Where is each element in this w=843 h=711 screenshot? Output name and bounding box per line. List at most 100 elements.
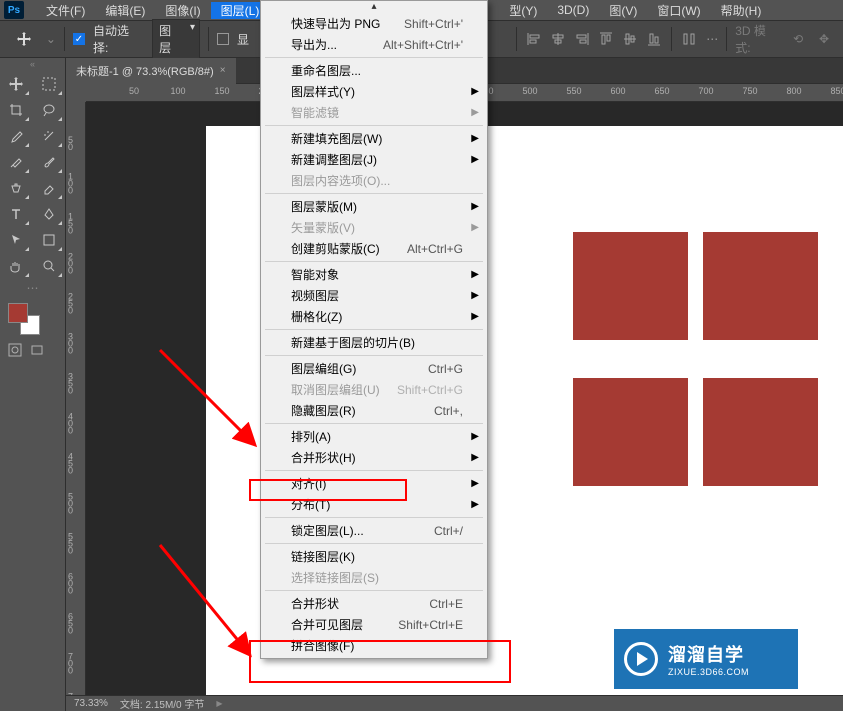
ruler-tick: 250 xyxy=(68,294,73,315)
pen-tool[interactable] xyxy=(35,202,63,226)
menu-item[interactable]: 新建填充图层(W)▶ xyxy=(261,128,487,149)
menu-item-label: 新建填充图层(W) xyxy=(291,130,382,147)
clone-tool[interactable] xyxy=(2,176,30,200)
menu-item[interactable]: 分布(T)▶ xyxy=(261,494,487,515)
shape-rect[interactable] xyxy=(703,232,818,340)
eraser-tool[interactable] xyxy=(35,176,63,200)
menu-item[interactable]: 隐藏图层(R)Ctrl+, xyxy=(261,400,487,421)
magic-wand-tool[interactable] xyxy=(35,124,63,148)
menu-item[interactable]: 导出为...Alt+Shift+Ctrl+' xyxy=(261,34,487,55)
menu-window[interactable]: 窗口(W) xyxy=(647,2,710,19)
foreground-swatch[interactable] xyxy=(8,303,28,323)
pan-3d-icon[interactable]: ✥ xyxy=(815,30,833,48)
menu-item-shortcut: Ctrl+G xyxy=(428,362,463,376)
orbit-3d-icon[interactable]: ⟲ xyxy=(789,30,807,48)
menu-item[interactable]: 图层编组(G)Ctrl+G xyxy=(261,358,487,379)
align-top-icon[interactable] xyxy=(597,30,615,48)
ruler-tick: 150 xyxy=(68,214,73,235)
menu-item[interactable]: 图层蒙版(M)▶ xyxy=(261,196,487,217)
distribute-icon[interactable] xyxy=(680,30,698,48)
menu-item-shortcut: Shift+Ctrl+E xyxy=(398,618,463,632)
ruler-tick: 50 xyxy=(129,86,139,96)
menu-separator xyxy=(265,125,483,126)
menu-scroll-up-icon[interactable]: ▴ xyxy=(261,1,487,13)
align-hcenter-icon[interactable] xyxy=(549,30,567,48)
menu-item[interactable]: 创建剪贴蒙版(C)Alt+Ctrl+G xyxy=(261,238,487,259)
menu-view[interactable]: 图(V) xyxy=(599,2,647,19)
menu-item-label: 拼合图像(F) xyxy=(291,637,354,654)
path-select-tool[interactable] xyxy=(2,228,30,252)
crop-tool[interactable] xyxy=(2,98,30,122)
menu-item[interactable]: 新建基于图层的切片(B) xyxy=(261,332,487,353)
menu-item[interactable]: 快速导出为 PNG Shift+Ctrl+' xyxy=(261,13,487,34)
shape-rect[interactable] xyxy=(703,378,818,486)
menu-separator xyxy=(265,261,483,262)
screenmode-icon[interactable] xyxy=(30,343,44,360)
color-swatches[interactable] xyxy=(0,297,65,337)
menu-item-label: 矢量蒙版(V) xyxy=(291,219,355,236)
menu-help[interactable]: 帮助(H) xyxy=(711,2,772,19)
hand-tool[interactable] xyxy=(2,254,30,278)
menu-item[interactable]: 链接图层(K) xyxy=(261,546,487,567)
eyedropper-tool[interactable] xyxy=(2,124,30,148)
zoom-tool[interactable] xyxy=(35,254,63,278)
menu-item-label: 合并形状 xyxy=(291,595,339,612)
type-tool[interactable] xyxy=(2,202,30,226)
menu-item-shortcut: Ctrl+, xyxy=(434,404,463,418)
menu-item[interactable]: 锁定图层(L)...Ctrl+/ xyxy=(261,520,487,541)
menu-item-label: 锁定图层(L)... xyxy=(291,522,364,539)
menu-item[interactable]: 新建调整图层(J)▶ xyxy=(261,149,487,170)
menu-item[interactable]: 视频图层▶ xyxy=(261,285,487,306)
move-tool[interactable] xyxy=(2,72,30,96)
align-right-icon[interactable] xyxy=(573,30,591,48)
align-bottom-icon[interactable] xyxy=(645,30,663,48)
document-tab[interactable]: 未标题-1 @ 73.3%(RGB/8#) × xyxy=(66,58,236,84)
align-vcenter-icon[interactable] xyxy=(621,30,639,48)
ruler-tick: 500 xyxy=(522,86,537,96)
menu-separator xyxy=(265,517,483,518)
menu-item-label: 快速导出为 PNG xyxy=(291,15,380,32)
ruler-tick: 450 xyxy=(68,454,73,475)
auto-select-checkbox[interactable]: ✓ xyxy=(73,33,85,45)
menu-item[interactable]: 图层样式(Y)▶ xyxy=(261,81,487,102)
watermark-logo: 溜溜自学 ZIXUE.3D66.COM xyxy=(614,629,798,689)
app-logo: Ps xyxy=(4,1,24,19)
brush-tool[interactable] xyxy=(35,150,63,174)
menu-file[interactable]: 文件(F) xyxy=(36,2,95,19)
quickmask-icon[interactable] xyxy=(8,343,22,360)
menu-item[interactable]: 排列(A)▶ xyxy=(261,426,487,447)
ruler-tick: 500 xyxy=(68,494,73,515)
show-transform-checkbox[interactable] xyxy=(217,33,229,45)
shape-rect[interactable] xyxy=(573,232,688,340)
menu-item[interactable]: 合并可见图层Shift+Ctrl+E xyxy=(261,614,487,635)
submenu-arrow-icon: ▶ xyxy=(471,290,479,301)
menu-separator xyxy=(265,590,483,591)
menu-item[interactable]: 智能对象▶ xyxy=(261,264,487,285)
menu-item[interactable]: 合并形状Ctrl+E xyxy=(261,593,487,614)
watermark-url: ZIXUE.3D66.COM xyxy=(668,667,749,677)
ruler-tick: 100 xyxy=(170,86,185,96)
menu-item[interactable]: 栅格化(Z)▶ xyxy=(261,306,487,327)
tab-close-icon[interactable]: × xyxy=(220,65,226,76)
menu-type[interactable]: 型(Y) xyxy=(499,2,547,19)
ruler-tick: 550 xyxy=(566,86,581,96)
align-left-icon[interactable] xyxy=(525,30,543,48)
menu-image[interactable]: 图像(I) xyxy=(155,2,210,19)
marquee-tool[interactable] xyxy=(35,72,63,96)
shape-tool[interactable] xyxy=(35,228,63,252)
auto-select-dropdown[interactable]: 图层 xyxy=(152,19,200,59)
submenu-arrow-icon: ▶ xyxy=(471,269,479,280)
options-more-icon[interactable]: ⋯ xyxy=(706,32,718,46)
menu-item[interactable]: 重命名图层... xyxy=(261,60,487,81)
lasso-tool[interactable] xyxy=(35,98,63,122)
menu-edit[interactable]: 编辑(E) xyxy=(95,2,155,19)
menu-item-shortcut: Shift+Ctrl+' xyxy=(404,17,463,31)
menu-item[interactable]: 合并形状(H)▶ xyxy=(261,447,487,468)
healing-tool[interactable] xyxy=(2,150,30,174)
menu-item-shortcut: Alt+Shift+Ctrl+' xyxy=(383,38,463,52)
menu-item[interactable]: 对齐(I)▶ xyxy=(261,473,487,494)
menu-item[interactable]: 拼合图像(F) xyxy=(261,635,487,656)
status-zoom[interactable]: 73.33% xyxy=(74,698,108,709)
menu-frag[interactable]: 3D(D) xyxy=(547,3,599,17)
shape-rect[interactable] xyxy=(573,378,688,486)
